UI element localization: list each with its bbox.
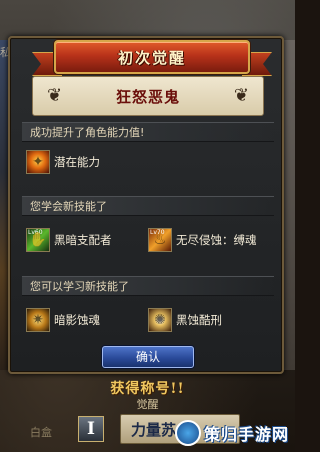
title-banner: 初次觉醒 (54, 40, 250, 74)
obtain-title-subtext: 觉醒 (136, 398, 159, 411)
learnable-skill-item[interactable]: ✷ 暗影蚀魂 (26, 308, 100, 332)
dark-dominator-icon: Lv60 ✋ (26, 228, 50, 252)
section-learned-heading: 您学会新技能了 (22, 196, 274, 216)
potential-icon: ✦ (26, 150, 50, 174)
confirm-button[interactable]: 确认 (102, 346, 194, 368)
shadow-soul-icon: ✷ (26, 308, 50, 332)
learned-skill-item[interactable]: Lv60 ✋ 黑暗支配者 (26, 228, 112, 252)
section-learnable-body: ✷ 暗影蚀魂 ✺ 黑蚀酷刑 (22, 300, 274, 334)
section-learned-body: Lv60 ✋ 黑暗支配者 Lv70 ♨ 无尽侵蚀：缚魂 (22, 220, 274, 254)
awakening-dialog: 初次觉醒 ❦ 狂怒恶鬼 ❦ 成功提升了角色能力值! ✦ 潜在能力 您学会新技能了… (8, 36, 284, 374)
black-erosion-icon: ✺ (148, 308, 172, 332)
ability-item-label: 潜在能力 (54, 155, 100, 169)
learned-skill-label: 无尽侵蚀：缚魂 (176, 233, 257, 247)
background-label: 白盒 (30, 426, 52, 439)
section-ability-heading: 成功提升了角色能力值! (22, 122, 274, 142)
awakening-name-plate: ❦ 狂怒恶鬼 ❦ (32, 76, 264, 116)
site-watermark: 策归手游网 (174, 420, 289, 446)
watermark-logo-icon (174, 420, 201, 446)
ability-item[interactable]: ✦ 潜在能力 (26, 150, 100, 174)
ornament-right-icon: ❦ (233, 85, 249, 106)
watermark-text: 策归手游网 (203, 425, 289, 444)
learnable-skill-label: 暗影蚀魂 (54, 313, 100, 327)
awakening-name: 狂怒恶鬼 (115, 88, 180, 106)
learnable-skill-label: 黑蚀酷刑 (176, 313, 222, 327)
learnable-skill-item[interactable]: ✺ 黑蚀酷刑 (148, 308, 222, 332)
endless-erosion-icon: Lv70 ♨ (148, 228, 172, 252)
title-name: 力量苏 (131, 421, 177, 439)
section-ability-body: ✦ 潜在能力 (22, 146, 274, 180)
title-badge-icon: I (78, 416, 104, 442)
dialog-title: 初次觉醒 (117, 48, 186, 67)
learned-skill-item[interactable]: Lv70 ♨ 无尽侵蚀：缚魂 (148, 228, 257, 252)
section-learnable-heading: 您可以学习新技能了 (22, 276, 274, 296)
learned-skill-label: 黑暗支配者 (54, 233, 112, 247)
obtain-title-heading: 获得称号!! (110, 381, 185, 397)
